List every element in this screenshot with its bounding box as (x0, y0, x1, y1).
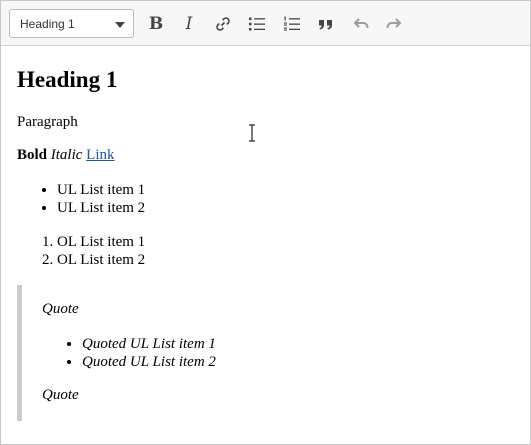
bulleted-list-icon (248, 15, 266, 33)
link-icon (214, 15, 232, 33)
undo-button[interactable] (347, 10, 375, 38)
quoted-unordered-list: Quoted UL List item 1 Quoted UL List ite… (42, 335, 216, 371)
heading-dropdown[interactable]: Heading 1 (9, 9, 134, 38)
italic-text: Italic (50, 147, 83, 163)
editor-toolbar: Heading 1 B I (1, 1, 530, 46)
content-heading-1: Heading 1 (17, 67, 118, 92)
link-button[interactable] (209, 10, 237, 38)
bulleted-list-button[interactable] (243, 10, 271, 38)
content-paragraph: Paragraph (17, 114, 78, 130)
undo-icon (352, 15, 370, 33)
redo-button[interactable] (380, 10, 408, 38)
blockquote: Quote Quoted UL List item 1 Quoted UL Li… (17, 285, 322, 421)
blockquote-button[interactable] (312, 10, 340, 38)
list-item: UL List item 1 (57, 181, 145, 199)
quote-text-top: Quote (42, 301, 79, 317)
rich-text-editor: Heading 1 B I Heading 1 Paragraph Bold I… (0, 0, 531, 445)
ordered-list: OL List item 1 OL List item 2 (17, 233, 145, 269)
content-link[interactable]: Link (86, 147, 114, 163)
chevron-down-icon (115, 22, 125, 28)
bold-button[interactable]: B (142, 10, 170, 38)
blockquote-icon (317, 15, 335, 33)
text-cursor-icon (247, 124, 257, 147)
quote-text-bottom: Quote (42, 387, 79, 403)
list-item: UL List item 2 (57, 199, 145, 217)
list-item: Quoted UL List item 2 (82, 353, 216, 371)
list-item: Quoted UL List item 1 (82, 335, 216, 353)
list-item: OL List item 1 (57, 233, 145, 251)
numbered-list-button[interactable] (278, 10, 306, 38)
bold-text: Bold (17, 147, 48, 163)
formatted-line: Bold Italic Link (17, 147, 115, 164)
redo-icon (385, 15, 403, 33)
italic-button[interactable]: I (175, 10, 203, 38)
numbered-list-icon (283, 15, 301, 33)
heading-dropdown-value: Heading 1 (20, 17, 75, 31)
list-item: OL List item 2 (57, 251, 145, 269)
unordered-list: UL List item 1 UL List item 2 (17, 181, 145, 217)
